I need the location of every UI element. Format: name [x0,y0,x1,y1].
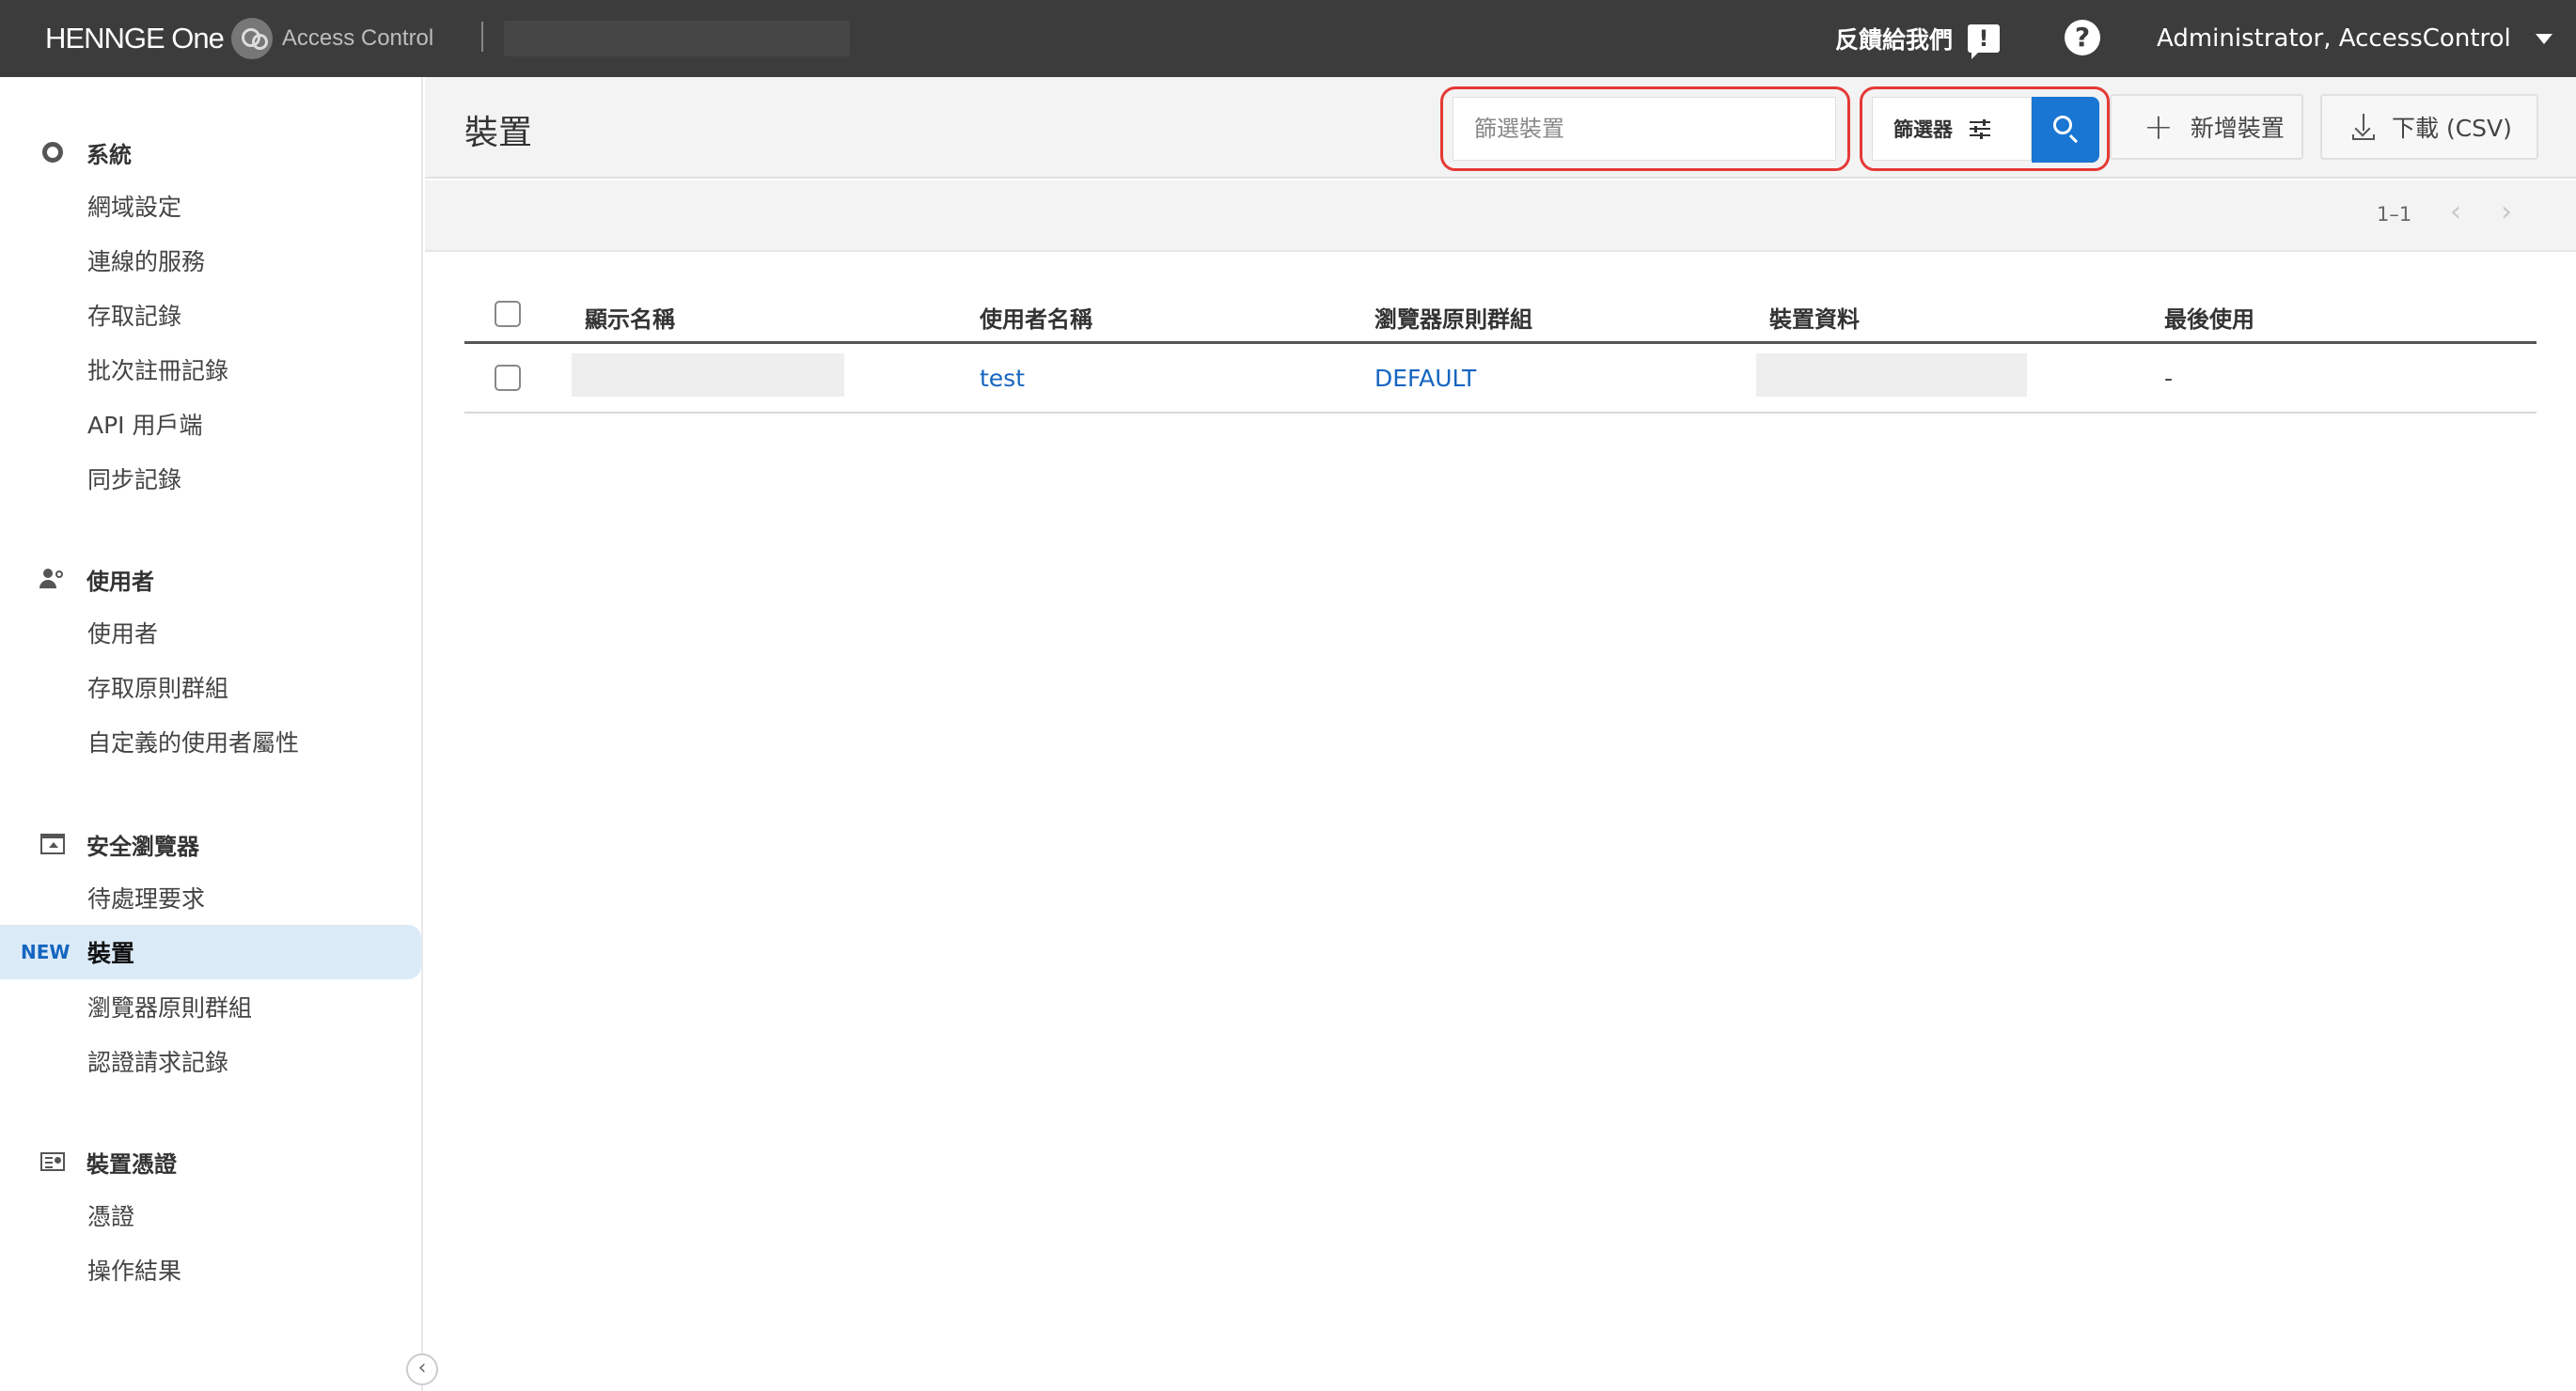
chevron-right-icon[interactable]: › [2501,195,2512,228]
display-name-redacted [572,353,844,397]
search-icon [2053,116,2072,134]
filter-button[interactable]: 篩選器 [1872,97,2032,161]
policy-group-link[interactable]: DEFAULT [1374,365,1476,392]
sidebar-item-sync-log[interactable]: 同步記錄 [0,451,423,506]
sidebar-item-label: 裝置 [87,940,135,967]
brand-name: HENNGE One [45,22,225,55]
sidebar-item-domain-settings[interactable]: 網域設定 [0,179,423,233]
account-label: Administrator, AccessControl [2157,24,2511,53]
page-title: 裝置 [464,114,533,152]
certificate-icon [34,1152,71,1171]
pagination-range: 1–1 [2377,203,2412,226]
column-header-last-used[interactable]: 最後使用 [2164,301,2254,334]
account-menu[interactable]: Administrator, AccessControl [2157,19,2552,58]
download-icon [2352,114,2375,140]
search-input[interactable] [1453,97,1836,161]
tune-icon [1970,119,1990,139]
nav-section-title: 系統 [86,141,132,168]
nav-section-system: 系統 網域設定 連線的服務 存取記錄 批次註冊記錄 API 用戶端 同步記錄 [0,126,423,506]
sidebar-item-access-log[interactable]: 存取記錄 [0,288,423,342]
download-csv-button[interactable]: 下載 (CSV) [2320,94,2538,160]
row-checkbox[interactable] [495,365,521,391]
username-link[interactable]: test [980,365,1025,392]
nav-section-title: 安全瀏覽器 [86,833,199,860]
gear-icon [34,142,71,163]
search-button[interactable] [2032,97,2099,163]
add-device-label: 新增裝置 [2190,115,2285,142]
add-device-button[interactable]: + 新增裝置 [2110,94,2303,160]
plus-icon: + [2144,106,2174,148]
collapse-sidebar-button[interactable]: ‹ [406,1353,438,1385]
sidebar-item-users[interactable]: 使用者 [0,605,423,660]
brand[interactable]: HENNGE One Access Control [45,17,433,60]
main-content: 裝置 篩選器 + 新增裝置 下載 (CSV) 1–1 ‹ › [425,77,2576,1391]
pagination-bar: 1–1 ‹ › [425,180,2576,252]
chevron-left-icon[interactable]: ‹ [2450,195,2461,228]
sidebar-item-pending-requests[interactable]: 待處理要求 [0,870,423,925]
sidebar-item-certificates[interactable]: 憑證 [0,1188,423,1243]
nav-section-users: 使用者 使用者 存取原則群組 自定義的使用者屬性 [0,553,423,769]
column-header-display-name[interactable]: 顯示名稱 [585,301,675,334]
feedback-icon [1968,24,2001,59]
top-bar: HENNGE One Access Control 反饋給我們 ? Admini… [0,0,2576,77]
column-header-username[interactable]: 使用者名稱 [980,301,1092,334]
sidebar-item-browser-policy-groups[interactable]: 瀏覽器原則群組 [0,979,423,1034]
sidebar: 系統 網域設定 連線的服務 存取記錄 批次註冊記錄 API 用戶端 同步記錄 使… [0,77,423,1391]
tenant-name-redacted [504,21,850,56]
nav-section-header: 系統 [0,126,423,179]
brand-logo-icon [230,18,273,59]
browser-icon [34,834,71,854]
chevron-down-icon [2535,33,2552,44]
filter-label: 篩選器 [1893,118,1953,141]
app-name: Access Control [281,25,434,51]
column-header-policy-group[interactable]: 瀏覽器原則群組 [1374,301,1532,334]
table-header: 顯示名稱 使用者名稱 瀏覽器原則群組 裝置資料 最後使用 [464,282,2537,344]
device-info-redacted [1756,353,2027,397]
nav-section-title: 裝置憑證 [86,1150,177,1178]
nav-section-device-certificates: 裝置憑證 憑證 操作結果 [0,1135,423,1297]
page-header: 裝置 篩選器 + 新增裝置 下載 (CSV) [425,77,2576,179]
filter-highlight: 篩選器 [1860,86,2110,171]
feedback-label: 反饋給我們 [1835,26,1954,54]
sidebar-item-api-clients[interactable]: API 用戶端 [0,397,423,451]
sidebar-item-devices[interactable]: NEW 裝置 [0,925,421,979]
download-label: 下載 (CSV) [2392,115,2512,142]
nav-section-header: 使用者 [0,553,423,605]
nav-section-header: 裝置憑證 [0,1135,423,1188]
users-icon [34,569,71,589]
feedback-button[interactable]: 反饋給我們 [1835,19,2001,59]
search-highlight [1440,86,1850,171]
sidebar-item-operation-results[interactable]: 操作結果 [0,1243,423,1297]
sidebar-item-batch-log[interactable]: 批次註冊記錄 [0,342,423,397]
chevron-left-icon: ‹ [417,1356,427,1380]
last-used-value: - [2164,365,2174,392]
sidebar-item-custom-attributes[interactable]: 自定義的使用者屬性 [0,714,423,769]
sidebar-item-connected-services[interactable]: 連線的服務 [0,233,423,288]
topbar-divider [481,22,483,52]
sidebar-item-auth-request-log[interactable]: 認證請求記錄 [0,1034,423,1088]
column-header-device-info[interactable]: 裝置資料 [1769,301,1860,334]
sidebar-item-access-policy-groups[interactable]: 存取原則群組 [0,660,423,714]
devices-table: 顯示名稱 使用者名稱 瀏覽器原則群組 裝置資料 最後使用 test DEFAUL… [464,282,2537,414]
select-all-checkbox[interactable] [495,301,521,327]
table-row[interactable]: test DEFAULT - [464,344,2537,414]
nav-section-header: 安全瀏覽器 [0,818,423,870]
nav-section-title: 使用者 [86,568,154,595]
help-icon[interactable]: ? [2065,20,2100,55]
new-badge: NEW [21,941,71,963]
nav-section-secure-browser: 安全瀏覽器 待處理要求 NEW 裝置 瀏覽器原則群組 認證請求記錄 [0,818,423,1088]
